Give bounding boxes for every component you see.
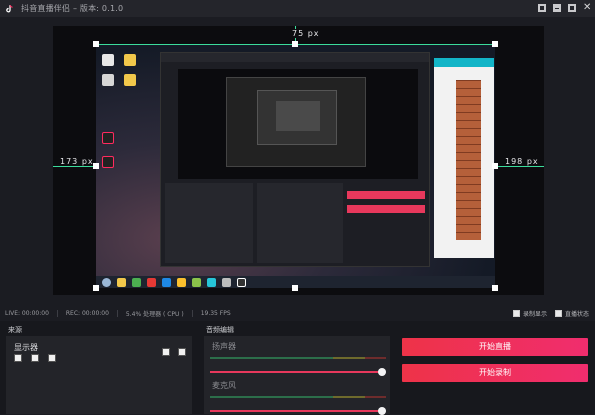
speaker-volume-knob[interactable] (378, 368, 387, 376)
move-down-icon[interactable] (178, 348, 186, 356)
taskbar-icon (162, 277, 171, 287)
nested-sources-panel (165, 183, 253, 263)
rec-timer: REC: 00:00:00 (65, 309, 109, 317)
desktop-icon-file-2 (102, 74, 114, 86)
live-timer: LIVE: 00:00:00 (5, 309, 49, 317)
window-controls: ✕ (538, 3, 591, 13)
start-record-button[interactable]: 开始录制 (402, 364, 588, 382)
fullscreen-button[interactable] (538, 4, 546, 12)
distance-left-label: 173 px (58, 157, 96, 166)
speaker-label: 扬声器 (212, 342, 236, 351)
live-status-toggle[interactable]: 直播状态 (554, 309, 589, 318)
taskbar-icon (192, 277, 201, 287)
nested-app-title (161, 53, 429, 62)
resize-handle-bottom-right[interactable] (492, 285, 498, 291)
taskbar-icon (207, 277, 216, 287)
speaker-level-meter (210, 357, 386, 359)
nested-preview-2 (226, 77, 366, 167)
brick-image (456, 80, 481, 240)
preview-area: 75 px 173 px 198 px (0, 17, 595, 307)
browser-window (434, 58, 494, 258)
sources-panel: 显示器 (6, 336, 192, 414)
microphone-label: 麦克风 (212, 381, 236, 390)
nested-live-button (347, 191, 425, 199)
status-bar: LIVE: 00:00:00 REC: 00:00:00 5.4% 处理器 ( … (0, 305, 595, 321)
close-button[interactable]: ✕ (583, 3, 591, 13)
taskbar-icon (177, 277, 186, 287)
divider (56, 309, 58, 317)
taskbar-icon (132, 277, 141, 287)
record-display-label: 录制显示 (522, 311, 547, 318)
live-status-label: 直播状态 (564, 311, 589, 318)
taskbar-icon (222, 277, 231, 287)
audio-panel: 扬声器 麦克风 (204, 336, 390, 415)
sources-header: 来源 (8, 326, 22, 334)
browser-tab (434, 58, 494, 67)
visibility-toggle-icon[interactable] (14, 354, 22, 362)
taskbar-icon (237, 277, 246, 287)
resize-handle-top-left[interactable] (93, 41, 99, 47)
microphone-volume-slider[interactable] (210, 407, 387, 415)
audio-header: 音频编辑 (206, 326, 234, 334)
nested-preview (178, 69, 418, 179)
distance-right-label: 198 px (503, 157, 541, 166)
nested-audio-panel (257, 183, 343, 263)
desktop-icon-douyin-2 (102, 156, 114, 168)
nested-preview-4 (276, 101, 320, 131)
nested-preview-3 (257, 90, 337, 145)
douyin-logo-icon (6, 4, 13, 12)
resize-handle-left[interactable] (93, 163, 99, 169)
resize-handle-bottom-left[interactable] (93, 285, 99, 291)
desktop-icon-file (102, 54, 114, 66)
desktop-icon-folder (124, 54, 136, 66)
window-title: 抖音直播伴侣 – 版本: 0.1.0 (21, 4, 124, 13)
move-up-icon[interactable] (162, 348, 170, 356)
microphone-volume-fill (210, 410, 383, 412)
bottom-panels: 来源 音频编辑 显示器 扬声器 麦克风 开始直播 开始录制 (0, 321, 595, 415)
status-options: 录制显示 直播状态 (512, 309, 589, 318)
distance-top-label: 75 px (290, 29, 322, 38)
speaker-volume-fill (210, 371, 383, 373)
guide-line-left (53, 166, 96, 167)
divider (191, 309, 193, 317)
source-item-display[interactable]: 显示器 (14, 342, 38, 353)
checkbox-icon[interactable] (512, 310, 520, 317)
resize-handle-top-right[interactable] (492, 41, 498, 47)
start-live-button[interactable]: 开始直播 (402, 338, 588, 356)
title-bar: 抖音直播伴侣 – 版本: 0.1.0 ✕ (0, 0, 595, 17)
guide-line-right (495, 166, 544, 167)
taskbar-icon (147, 277, 156, 287)
maximize-button[interactable] (568, 4, 576, 12)
record-display-toggle[interactable]: 录制显示 (512, 309, 547, 318)
lock-toggle-icon[interactable] (31, 354, 39, 362)
cpu-usage: 5.4% 处理器 ( CPU ) (125, 310, 184, 318)
start-icon (102, 277, 111, 287)
nested-record-button (347, 205, 425, 213)
desktop-icon-douyin (102, 132, 114, 144)
desktop-icon-folder-2 (124, 74, 136, 86)
speaker-volume-slider[interactable] (210, 368, 387, 376)
minimize-button[interactable] (553, 4, 561, 12)
resize-handle-right[interactable] (492, 163, 498, 169)
resize-handle-bottom[interactable] (292, 285, 298, 291)
nested-app-window (160, 52, 430, 267)
checkbox-icon[interactable] (554, 310, 562, 317)
settings-toggle-icon[interactable] (48, 354, 56, 362)
divider (116, 309, 118, 317)
fps-readout: 19.35 FPS (200, 309, 231, 317)
resize-handle-top[interactable] (292, 41, 298, 47)
microphone-level-meter (210, 396, 386, 398)
display-capture-source[interactable] (96, 44, 495, 288)
taskbar-icon (117, 277, 126, 287)
